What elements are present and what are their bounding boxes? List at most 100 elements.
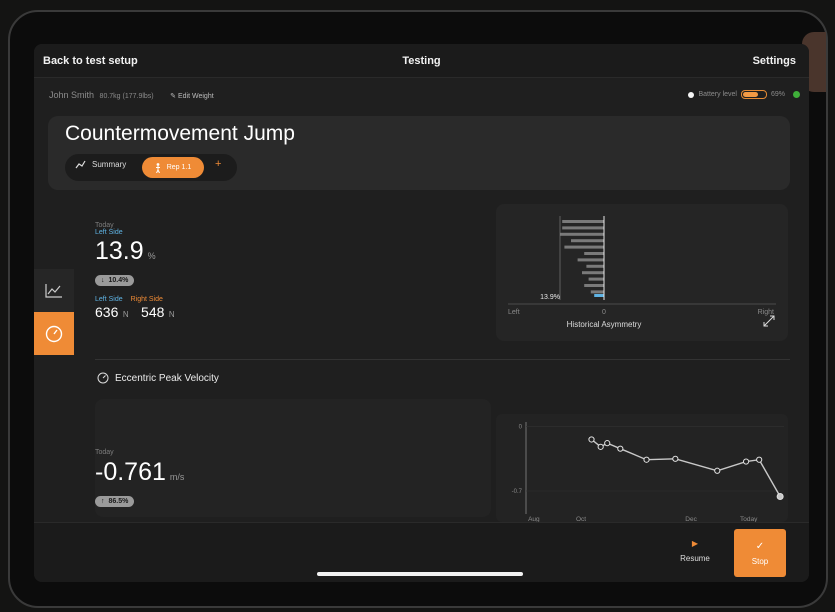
eccentric-unit: m/s (169, 472, 185, 482)
resume-button[interactable]: ▶ Resume (670, 539, 720, 563)
left-side-label: Left Side (95, 296, 123, 303)
tab-rep-label: Rep 1.1 (166, 164, 192, 171)
connection-status-icon (793, 91, 800, 98)
historical-asymmetry-panel[interactable]: 13.9% Left 0 Right Historical Asymmetry (496, 204, 788, 341)
user-info: John Smith 80.7kg (177.9lbs) ✎ Edit Weig… (49, 90, 214, 100)
asymmetry-bar (577, 258, 604, 262)
highlight-asymmetry-bar (594, 294, 604, 297)
sidebar-gauge-button[interactable] (34, 312, 74, 355)
asymmetry-bar (562, 226, 604, 230)
data-point (714, 467, 721, 474)
battery-status: Battery level 69% (688, 90, 800, 99)
device-dot-icon (688, 91, 695, 98)
x-tick-zero: 0 (602, 309, 606, 316)
asym-value-row: 13.9% (95, 237, 175, 266)
battery-icon (740, 90, 767, 99)
ecc-change-row: ↑ 86.5% (95, 490, 184, 508)
chart-icon (75, 160, 86, 169)
add-rep-button[interactable]: + (215, 158, 221, 170)
section-divider (95, 359, 790, 360)
home-indicator (317, 572, 523, 576)
asymmetry-bar (586, 264, 604, 268)
highlight-value-label: 13.9% (540, 294, 560, 301)
data-point (672, 455, 679, 462)
right-side-label: Right Side (130, 296, 163, 303)
edit-weight-button[interactable]: ✎ Edit Weight (170, 93, 214, 100)
eccentric-title: Eccentric Peak Velocity (115, 372, 219, 384)
asym-today-label: Today (95, 222, 114, 229)
eccentric-section-title: Eccentric Peak Velocity (97, 372, 219, 384)
stop-label: Stop (751, 556, 769, 566)
left-side-unit: N (122, 310, 129, 319)
eccentric-trend-chart: 0-0.7 Aug Oct Dec Today (496, 414, 788, 522)
settings-button[interactable]: Settings (753, 55, 796, 67)
top-bar: Back to test setup Testing Settings (34, 44, 809, 78)
right-side-value: 548 (141, 304, 165, 320)
pencil-icon: ✎ (170, 93, 177, 100)
right-side-unit: N (168, 310, 175, 319)
edit-weight-label: Edit Weight (177, 93, 214, 100)
athlete-name: John Smith (49, 90, 95, 100)
play-icon: ▶ (691, 539, 699, 548)
eccentric-change: 86.5% (108, 498, 129, 505)
asymmetry-bar (582, 271, 604, 275)
data-point (617, 445, 624, 452)
y-tick-label: -0.7 (512, 489, 523, 495)
side-labels-row: Left Side Right Side (95, 296, 175, 303)
asymmetry-bar (564, 245, 604, 249)
data-point (742, 458, 750, 465)
eccentric-metric-panel: Today -0.761 m/s ↑ 86.5% (95, 399, 491, 517)
test-title: Countermovement Jump (65, 122, 295, 145)
asymmetry-bar (560, 232, 604, 236)
rep-tabs: Summary Rep 1.1 + (65, 154, 237, 181)
person-icon (155, 162, 160, 173)
ecc-today-label: Today (95, 449, 114, 456)
data-point (604, 440, 611, 447)
trend-chart-icon (45, 283, 62, 298)
arrow-down-icon: ↓ (101, 277, 105, 284)
data-point (756, 456, 763, 463)
asymmetry-bar (562, 220, 604, 223)
asym-change-row: ↓ 10.4% (95, 269, 175, 287)
screen-title: Testing (402, 55, 441, 67)
eccentric-change-badge: ↑ 86.5% (95, 496, 135, 507)
tab-summary-label: Summary (92, 160, 127, 169)
x-tick-right: Right (758, 309, 774, 316)
historical-asymmetry-chart: 13.9% Left 0 Right Historical Asymmetry (508, 216, 776, 329)
check-icon: ✓ (755, 540, 765, 552)
battery-fill (742, 92, 758, 97)
resume-label: Resume (680, 554, 710, 563)
asymmetry-bar (590, 290, 604, 294)
ecc-value-row: -0.761 m/s (95, 458, 184, 487)
data-point (776, 493, 784, 501)
asymmetry-change-badge: ↓ 10.4% (95, 275, 135, 286)
asymmetry-change: 10.4% (108, 277, 129, 284)
asymmetry-metric: Today Left Side 13.9% ↓ 10.4% Left Side … (95, 222, 175, 322)
speedometer-icon (97, 372, 109, 384)
side-values-row: 636 N 548 N (95, 304, 175, 322)
x-tick-left: Left (508, 309, 520, 316)
asymmetry-bar (571, 239, 604, 243)
athlete-weight: 80.7kg (177.9lbs) (99, 93, 154, 100)
asymmetry-bar (584, 252, 604, 255)
battery-percent: 69% (770, 91, 785, 98)
gauge-icon (45, 325, 63, 342)
data-point (643, 456, 650, 463)
tab-rep[interactable]: Rep 1.1 (142, 157, 204, 178)
left-side-value: 636 (95, 304, 119, 320)
app-screen: Back to test setup Testing Settings John… (34, 44, 809, 582)
battery-label: Battery level (698, 91, 737, 98)
test-header-card: Countermovement Jump Summary Rep 1.1 + (48, 116, 790, 190)
sidebar-trend-button[interactable] (34, 269, 74, 312)
chart-title: Historical Asymmetry (567, 320, 642, 329)
eccentric-value: -0.761 (95, 458, 166, 486)
expand-icon[interactable] (763, 315, 775, 327)
stop-button[interactable]: ✓ Stop (734, 529, 786, 577)
arrow-up-icon: ↑ (101, 498, 105, 505)
asym-side-label: Left Side (95, 229, 123, 236)
data-point (588, 436, 595, 443)
asymmetry-unit: % (147, 251, 156, 261)
eccentric-metric: Today -0.761 m/s ↑ 86.5% (95, 449, 184, 508)
tab-summary[interactable]: Summary (75, 160, 126, 169)
data-point (597, 443, 604, 450)
